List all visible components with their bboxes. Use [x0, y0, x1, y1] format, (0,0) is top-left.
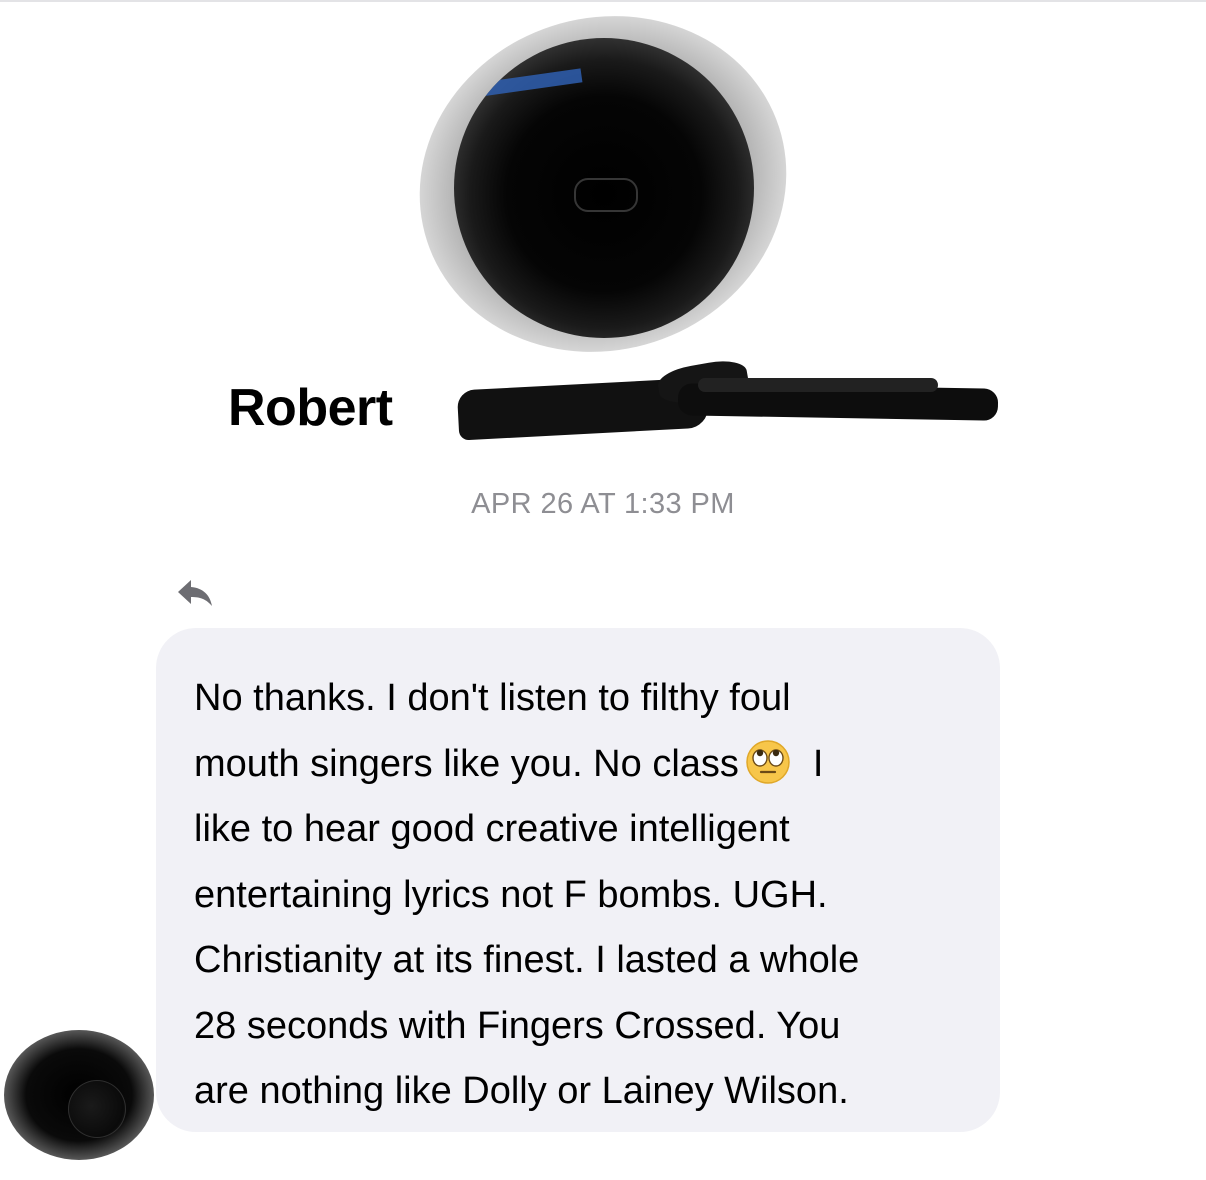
name-redaction-scribble — [428, 356, 999, 441]
contact-profile-photo — [454, 38, 754, 338]
message-line-2: mouth singers like you. No class I — [194, 732, 970, 798]
incoming-message-bubble[interactable]: No thanks. I don't listen to filthy foul… — [156, 628, 1000, 1132]
message-line-2-tail: I — [812, 742, 824, 785]
message-line-1: No thanks. I don't listen to filthy foul — [194, 677, 791, 719]
message-line-7: are nothing like Dolly or Lainey Wilson. — [194, 1070, 849, 1112]
sender-avatar-photo — [68, 1080, 126, 1138]
message-timestamp: APR 26 AT 1:33 PM — [471, 488, 735, 520]
contact-name-row[interactable]: Robert — [228, 356, 1008, 442]
reply-arrow-icon[interactable] — [176, 578, 214, 608]
eye-roll-emoji-icon — [746, 739, 790, 784]
message-line-4: entertaining lyrics not F bombs. UGH. — [194, 873, 828, 916]
top-divider — [0, 0, 1206, 2]
message-line-6: 28 seconds with Fingers Crossed. You — [194, 1004, 841, 1047]
message-line-2-text: mouth singers like you. No class — [194, 742, 739, 785]
photo-glasses-shape — [574, 178, 638, 212]
contact-profile-avatar[interactable] — [375, 0, 831, 400]
sender-avatar[interactable] — [4, 1030, 154, 1160]
message-line-3: like to hear good creative intelligent — [194, 808, 790, 850]
contact-first-name: Robert — [228, 379, 393, 437]
message-line-5: Christianity at its finest. I lasted a w… — [194, 939, 860, 981]
